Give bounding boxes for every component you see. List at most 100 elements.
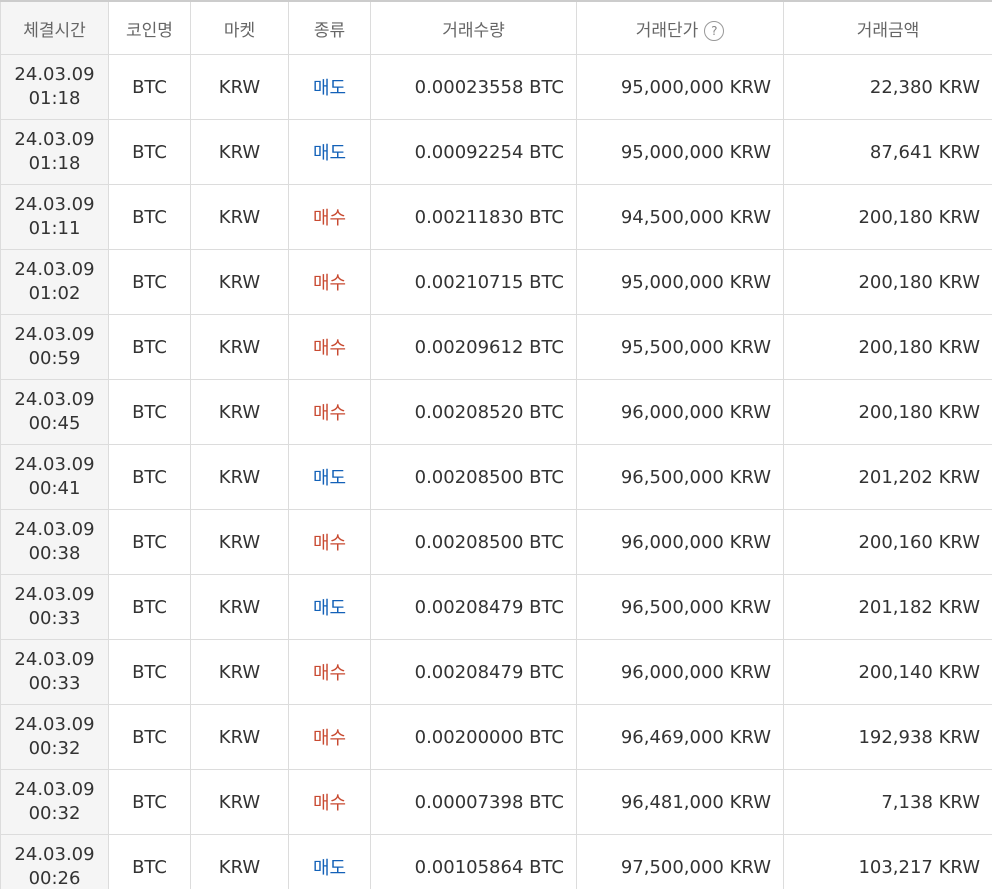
trade-amount-cell: 200,140 KRW <box>783 639 992 705</box>
trade-amount-cell: 192,938 KRW <box>783 704 992 770</box>
trade-price-cell: 95,000,000 KRW <box>576 249 784 315</box>
table-row: 24.03.09 00:26 BTC KRW 매도 0.00105864 BTC 97,50… <box>0 834 992 889</box>
order-type-cell: 매수 <box>288 704 371 770</box>
trade-time-cell: 24.03.09 01:02 <box>0 249 109 315</box>
trade-quantity-cell: 0.00023558 BTC <box>370 54 577 120</box>
coin-name-cell: BTC <box>108 119 191 185</box>
trade-amount-cell: 200,180 KRW <box>783 379 992 445</box>
header-trade-amount: 거래금액 <box>783 0 992 55</box>
trade-date: 24.03.09 <box>14 64 95 85</box>
order-type-cell: 매도 <box>288 54 371 120</box>
header-trade-time: 체결시간 <box>0 0 109 55</box>
help-icon[interactable]: ? <box>704 20 725 41</box>
trade-time-cell: 24.03.09 00:38 <box>0 509 109 575</box>
trade-date: 24.03.09 <box>14 779 95 800</box>
table-row: 24.03.09 01:11 BTC KRW 매수 0.00211830 BTC 94,50… <box>0 184 992 250</box>
trade-quantity-cell: 0.00210715 BTC <box>370 249 577 315</box>
coin-name-cell: BTC <box>108 834 191 889</box>
order-type-cell: 매도 <box>288 834 371 889</box>
market-cell: KRW <box>190 184 289 250</box>
order-type-cell: 매수 <box>288 639 371 705</box>
trade-amount-cell: 87,641 KRW <box>783 119 992 185</box>
trade-quantity-cell: 0.00209612 BTC <box>370 314 577 380</box>
trade-date: 24.03.09 <box>14 324 95 345</box>
coin-name-cell: BTC <box>108 704 191 770</box>
order-type-cell: 매수 <box>288 249 371 315</box>
order-type-cell: 매도 <box>288 574 371 640</box>
market-cell: KRW <box>190 509 289 575</box>
trade-clock-time: 00:32 <box>28 803 81 824</box>
trade-quantity-cell: 0.00007398 BTC <box>370 769 577 835</box>
trade-price-cell: 96,481,000 KRW <box>576 769 784 835</box>
trade-clock-time: 00:33 <box>28 608 81 629</box>
trade-time-cell: 24.03.09 01:18 <box>0 119 109 185</box>
coin-name-cell: BTC <box>108 249 191 315</box>
trade-time-cell: 24.03.09 00:59 <box>0 314 109 380</box>
trade-clock-time: 00:26 <box>28 868 81 889</box>
table-row: 24.03.09 00:59 BTC KRW 매수 0.00209612 BTC 95,50… <box>0 314 992 380</box>
coin-name-cell: BTC <box>108 639 191 705</box>
trade-clock-time: 00:33 <box>28 673 81 694</box>
table-row: 24.03.09 01:02 BTC KRW 매수 0.00210715 BTC 95,00… <box>0 249 992 315</box>
trade-time-cell: 24.03.09 01:11 <box>0 184 109 250</box>
trade-date: 24.03.09 <box>14 844 95 865</box>
header-order-type: 종류 <box>288 0 371 55</box>
trade-date: 24.03.09 <box>14 194 95 215</box>
trade-price-cell: 95,000,000 KRW <box>576 54 784 120</box>
trade-price-cell: 96,500,000 KRW <box>576 574 784 640</box>
market-cell: KRW <box>190 314 289 380</box>
trade-quantity-cell: 0.00208500 BTC <box>370 509 577 575</box>
trade-clock-time: 00:41 <box>28 478 81 499</box>
table-row: 24.03.09 00:32 BTC KRW 매수 0.00007398 BTC 96,48… <box>0 769 992 835</box>
trade-history-table: 체결시간 코인명 마켓 종류 거래수량 거래단가? 거래금액 24.03.09 0… <box>0 0 992 889</box>
coin-name-cell: BTC <box>108 769 191 835</box>
trade-time-cell: 24.03.09 00:33 <box>0 639 109 705</box>
market-cell: KRW <box>190 574 289 640</box>
trade-clock-time: 01:02 <box>28 283 81 304</box>
header-trade-price-label: 거래단가 <box>635 20 699 41</box>
trade-time-cell: 24.03.09 00:41 <box>0 444 109 510</box>
trade-amount-cell: 200,180 KRW <box>783 249 992 315</box>
trade-time-cell: 24.03.09 00:45 <box>0 379 109 445</box>
trade-clock-time: 01:18 <box>28 88 81 109</box>
trade-price-cell: 96,500,000 KRW <box>576 444 784 510</box>
trade-date: 24.03.09 <box>14 649 95 670</box>
trade-amount-cell: 201,182 KRW <box>783 574 992 640</box>
table-row: 24.03.09 00:45 BTC KRW 매수 0.00208520 BTC 96,00… <box>0 379 992 445</box>
trade-quantity-cell: 0.00208479 BTC <box>370 574 577 640</box>
trade-clock-time: 00:59 <box>28 348 81 369</box>
trade-price-cell: 96,000,000 KRW <box>576 639 784 705</box>
order-type-cell: 매수 <box>288 379 371 445</box>
order-type-cell: 매수 <box>288 314 371 380</box>
market-cell: KRW <box>190 249 289 315</box>
trade-date: 24.03.09 <box>14 259 95 280</box>
coin-name-cell: BTC <box>108 379 191 445</box>
coin-name-cell: BTC <box>108 184 191 250</box>
trade-clock-time: 00:32 <box>28 738 81 759</box>
coin-name-cell: BTC <box>108 444 191 510</box>
trade-price-cell: 96,000,000 KRW <box>576 509 784 575</box>
trade-clock-time: 01:11 <box>28 218 81 239</box>
header-coin-name: 코인명 <box>108 0 191 55</box>
trade-price-cell: 96,469,000 KRW <box>576 704 784 770</box>
trade-quantity-cell: 0.00208479 BTC <box>370 639 577 705</box>
trade-date: 24.03.09 <box>14 714 95 735</box>
table-header: 체결시간 코인명 마켓 종류 거래수량 거래단가? 거래금액 <box>0 0 992 55</box>
trade-time-cell: 24.03.09 01:18 <box>0 54 109 120</box>
order-type-cell: 매수 <box>288 184 371 250</box>
coin-name-cell: BTC <box>108 54 191 120</box>
trade-quantity-cell: 0.00105864 BTC <box>370 834 577 889</box>
table-row: 24.03.09 00:33 BTC KRW 매수 0.00208479 BTC 96,00… <box>0 639 992 705</box>
trade-time-cell: 24.03.09 00:33 <box>0 574 109 640</box>
trade-price-cell: 97,500,000 KRW <box>576 834 784 889</box>
market-cell: KRW <box>190 834 289 889</box>
trade-amount-cell: 22,380 KRW <box>783 54 992 120</box>
trade-date: 24.03.09 <box>14 389 95 410</box>
trade-date: 24.03.09 <box>14 584 95 605</box>
trade-quantity-cell: 0.00200000 BTC <box>370 704 577 770</box>
trade-time-cell: 24.03.09 00:32 <box>0 704 109 770</box>
order-type-cell: 매수 <box>288 509 371 575</box>
trade-amount-cell: 200,180 KRW <box>783 314 992 380</box>
market-cell: KRW <box>190 119 289 185</box>
trade-history-table-container: 체결시간 코인명 마켓 종류 거래수량 거래단가? 거래금액 24.03.09 0… <box>0 0 992 889</box>
